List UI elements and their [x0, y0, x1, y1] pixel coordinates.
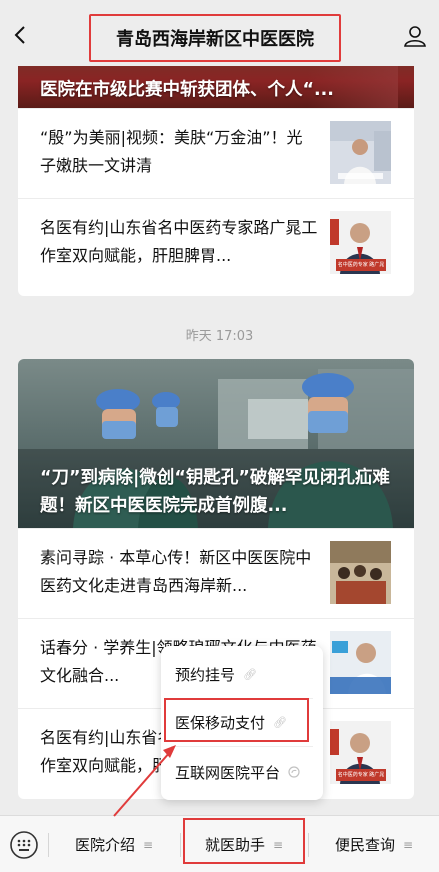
bottom-menu-bar: 医院介绍 ≡ 就医助手 ≡ 便民查询 ≡	[0, 815, 439, 872]
article-thumbnail	[330, 121, 391, 184]
tab-label: 就医助手	[204, 836, 265, 854]
tab-label: 医院介绍	[74, 836, 135, 854]
page-title: 青岛西海岸新区中医医院	[116, 29, 314, 50]
menu-lines-icon: ≡	[142, 837, 154, 852]
link-icon: 🔗︎	[243, 667, 257, 681]
tab-convenience-query[interactable]: 便民查询 ≡	[309, 816, 439, 872]
tab-hospital-intro[interactable]: 医院介绍 ≡	[49, 816, 179, 872]
list-item[interactable]: 名医有约|山东省名中医药专家路广晁工作室双向赋能，肝胆脾胃... 名中医药专家 …	[18, 198, 414, 288]
link-icon: 🔗︎	[273, 715, 287, 729]
submenu-popup: 预约挂号 🔗︎ 医保移动支付 🔗︎ 互联网医院平台	[161, 646, 323, 800]
hero-article-title: “刀”到病除|微创“钥匙孔”破解罕见闭孔疝难题！新区中医医院完成首例腹...	[40, 468, 390, 516]
divider	[171, 698, 313, 699]
list-item-title: 名医有约|山东省名中医药专家路广晁工作室双向赋能，肝胆脾胃...	[40, 218, 318, 265]
hero-article[interactable]: “刀”到病除|微创“钥匙孔”破解罕见闭孔疝难题！新区中医医院完成首例腹...	[18, 359, 414, 528]
person-icon[interactable]	[403, 24, 427, 48]
list-item[interactable]: 素问寻踪 · 本草心传！新区中医医院中医药文化走进青岛西海岸新...	[18, 528, 414, 618]
menu-item-internet-hospital[interactable]: 互联网医院平台	[161, 750, 323, 794]
article-thumbnail: 名中医药专家 路广晁	[330, 721, 391, 784]
menu-item-label: 互联网医院平台	[175, 763, 281, 782]
menu-item-appointment[interactable]: 预约挂号 🔗︎	[161, 652, 323, 696]
article-group-card: 医院在市级比赛中斩获团体、个人“... “殷”为美丽|视频：美肤“万金油”！光子…	[18, 40, 414, 296]
keyboard-icon[interactable]	[9, 830, 39, 860]
list-item[interactable]: “殷”为美丽|视频：美肤“万金油”！光子嫩肤一文讲清	[18, 108, 414, 198]
menu-item-label: 医保移动支付	[175, 713, 266, 732]
article-thumbnail	[330, 631, 391, 694]
menu-lines-icon: ≡	[402, 837, 414, 852]
thumb-caption: 名中医药专家 路广晁	[336, 769, 386, 781]
menu-item-label: 预约挂号	[175, 665, 236, 684]
divider	[171, 746, 313, 747]
list-item-title: “殷”为美丽|视频：美肤“万金油”！光子嫩肤一文讲清	[40, 128, 303, 175]
hero-article-title: 医院在市级比赛中斩获团体、个人“...	[40, 80, 334, 100]
timestamp: 昨天 17:03	[185, 329, 254, 344]
menu-item-insurance-payment[interactable]: 医保移动支付 🔗︎	[161, 700, 323, 744]
tab-medical-assistant[interactable]: 就医助手 ≡	[181, 816, 307, 872]
thumb-caption: 名中医药专家 路广晁	[336, 259, 386, 271]
page-title-highlight: 青岛西海岸新区中医医院	[89, 14, 341, 62]
article-thumbnail: 名中医药专家 路广晁	[330, 211, 391, 274]
top-nav-bar: 青岛西海岸新区中医医院	[0, 0, 439, 66]
menu-lines-icon: ≡	[272, 837, 284, 852]
mini-program-icon	[288, 766, 300, 778]
tab-label: 便民查询	[334, 836, 395, 854]
chevron-left-icon[interactable]	[10, 24, 32, 46]
list-item-title: 素问寻踪 · 本草心传！新区中医医院中医药文化走进青岛西海岸新...	[40, 548, 312, 595]
article-thumbnail	[330, 541, 391, 604]
